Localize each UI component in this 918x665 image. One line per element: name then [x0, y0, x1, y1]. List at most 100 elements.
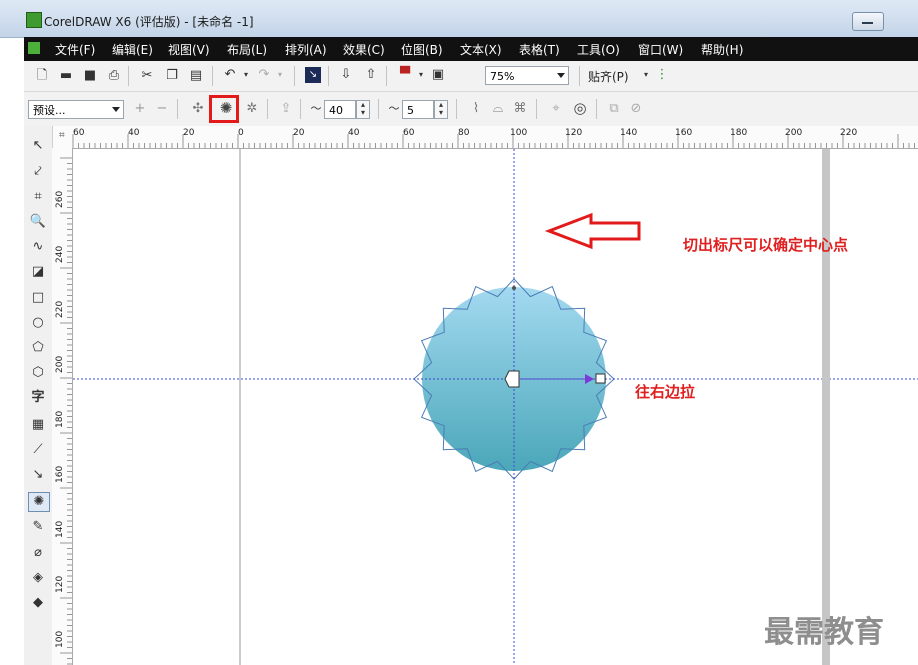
copy-properties-icon[interactable]: ⧉: [606, 101, 622, 117]
convert-to-curves-icon[interactable]: ◎: [572, 100, 588, 116]
push-pull-distortion-icon[interactable]: ✣: [190, 101, 206, 117]
import-icon[interactable]: ⇩: [338, 67, 354, 83]
distortion-end-handle[interactable]: [595, 373, 606, 384]
standard-toolbar: 🗋 ▬ ■ ⎙ ✂ ❐ ▤ ↶ ▾ ↷ ▾ ↘ ⇩ ⇧ ▀ ▾ ▣ 75% 贴齐…: [24, 61, 918, 92]
undo-dropdown-icon[interactable]: ▾: [238, 67, 254, 83]
ruler-label: 40: [128, 128, 140, 138]
application-launcher-icon[interactable]: ▀: [397, 67, 413, 83]
ruler-label: 260: [55, 190, 65, 208]
ruler-label: 100: [510, 128, 528, 138]
menu-window[interactable]: 窗口(W): [638, 41, 683, 58]
ruler-label: 200: [55, 355, 65, 373]
annotation-ruler-note: 切出标尺可以确定中心点: [683, 236, 849, 254]
redo-icon[interactable]: ↷: [256, 67, 272, 83]
shape-tool-icon[interactable]: ⤦: [28, 163, 48, 181]
rectangle-tool-icon[interactable]: □: [28, 289, 48, 307]
menu-view[interactable]: 视图(V): [168, 41, 210, 58]
ellipse-tool-icon[interactable]: ○: [28, 314, 48, 332]
snap-to-button[interactable]: 贴齐(P): [588, 68, 629, 85]
preset-value: 预设...: [33, 104, 66, 117]
freehand-tool-icon[interactable]: ∿: [28, 238, 48, 256]
frequency-stepper[interactable]: ▴ ▾: [434, 100, 448, 119]
clear-distortion-icon[interactable]: ⊘: [628, 101, 644, 117]
smart-fill-icon[interactable]: ◪: [28, 263, 48, 281]
zoom-tool-icon[interactable]: 🔍: [28, 213, 48, 231]
menu-tools[interactable]: 工具(O): [577, 41, 620, 58]
fill-tool-icon[interactable]: ◈: [28, 569, 48, 587]
menu-bar: 文件(F) 编辑(E) 视图(V) 布局(L) 排列(A) 效果(C) 位图(B…: [24, 37, 918, 61]
export-icon[interactable]: ⇧: [363, 67, 379, 83]
paste-icon[interactable]: ▤: [188, 68, 204, 84]
watermark: 最需教育: [764, 615, 884, 650]
frequency-input[interactable]: 5: [402, 100, 434, 119]
crop-tool-icon[interactable]: ⌗: [28, 188, 48, 206]
separator: [579, 66, 580, 86]
menu-file[interactable]: 文件(F): [55, 41, 95, 58]
ruler-label: 20: [183, 128, 195, 138]
ruler-label: 160: [675, 128, 693, 138]
new-document-icon[interactable]: 🗋: [34, 68, 50, 84]
top-node-handle[interactable]: [512, 286, 516, 290]
interactive-fill-icon[interactable]: ◆: [28, 594, 48, 612]
print-icon[interactable]: ⎙: [106, 68, 122, 84]
page-shadow-edge: [822, 149, 830, 665]
distort-tool-icon[interactable]: ✺: [28, 492, 50, 512]
menu-edit[interactable]: 编辑(E): [112, 41, 153, 58]
random-distortion-icon[interactable]: ⌇: [468, 101, 484, 117]
separator: [536, 99, 537, 119]
horizontal-ruler[interactable]: ⌗ 60 40 20 0 20 40 60 80 100 120 140 160…: [53, 126, 918, 149]
welcome-screen-icon[interactable]: ▣: [430, 67, 446, 83]
basic-shapes-icon[interactable]: ⬡: [28, 364, 48, 382]
pick-tool-icon[interactable]: ↖: [28, 137, 48, 155]
snap-dropdown-icon[interactable]: ▾: [638, 67, 654, 83]
cut-icon[interactable]: ✂: [139, 68, 155, 84]
outline-pen-icon[interactable]: ⌀: [28, 544, 48, 562]
connector-tool-icon[interactable]: ↘: [28, 466, 48, 484]
smooth-distortion-icon[interactable]: ⌓: [490, 101, 506, 117]
document-icon[interactable]: [28, 42, 40, 54]
minimize-button[interactable]: [852, 12, 884, 31]
menu-arrange[interactable]: 排列(A): [285, 41, 327, 58]
add-preset-icon[interactable]: +: [132, 101, 148, 117]
table-tool-icon[interactable]: ▦: [28, 416, 48, 434]
open-icon[interactable]: ▬: [58, 68, 74, 84]
launcher-dropdown-icon[interactable]: ▾: [413, 67, 429, 83]
separator: [386, 66, 387, 86]
ruler-label: 0: [238, 128, 244, 138]
polygon-tool-icon[interactable]: ⬠: [28, 339, 48, 357]
local-distortion-icon[interactable]: ⌘: [512, 101, 528, 117]
zoom-level-select[interactable]: 75%: [485, 66, 569, 85]
copy-distortion-icon[interactable]: ⇪: [278, 101, 294, 117]
remove-preset-icon[interactable]: −: [154, 101, 170, 117]
save-icon[interactable]: ■: [82, 68, 98, 84]
amplitude-stepper[interactable]: ▴ ▾: [356, 100, 370, 119]
property-bar: 预设... + − ✣ ✺ ✲ ⇪ 〜 40 ▴ ▾ 〜 5 ▴ ▾ ⌇ ⌓ ⌘ ⌖…: [24, 92, 918, 127]
annotation-drag-note: 往右边拉: [635, 383, 696, 401]
minimize-icon: [862, 22, 873, 24]
separator: [596, 99, 597, 119]
canvas-drawing: [73, 149, 918, 665]
menu-text[interactable]: 文本(X): [460, 41, 502, 58]
center-distortion-icon[interactable]: ⌖: [548, 101, 564, 117]
undo-icon[interactable]: ↶: [222, 67, 238, 83]
menu-table[interactable]: 表格(T): [519, 41, 560, 58]
twister-distortion-icon[interactable]: ✲: [244, 101, 260, 117]
ruler-label: 180: [730, 128, 748, 138]
amplitude-icon: 〜: [310, 102, 322, 115]
amplitude-input[interactable]: 40: [324, 100, 356, 119]
eyedropper-tool-icon[interactable]: ✎: [28, 518, 48, 536]
separator: [294, 66, 295, 86]
vertical-ruler[interactable]: 260 240 220 200 180 160 140 120 100: [52, 148, 73, 665]
menu-bitmaps[interactable]: 位图(B): [401, 41, 443, 58]
text-tool-icon[interactable]: 字: [28, 389, 48, 407]
search-content-icon[interactable]: ↘: [305, 67, 321, 83]
options-icon[interactable]: ⋮: [654, 67, 670, 83]
drawing-canvas[interactable]: [73, 149, 918, 665]
menu-effects[interactable]: 效果(C): [343, 41, 385, 58]
preset-select[interactable]: 预设...: [28, 100, 124, 119]
menu-layout[interactable]: 布局(L): [227, 41, 267, 58]
copy-icon[interactable]: ❐: [164, 68, 180, 84]
menu-help[interactable]: 帮助(H): [701, 41, 743, 58]
redo-dropdown-icon[interactable]: ▾: [272, 67, 288, 83]
dimension-tool-icon[interactable]: ⟋: [28, 441, 48, 459]
